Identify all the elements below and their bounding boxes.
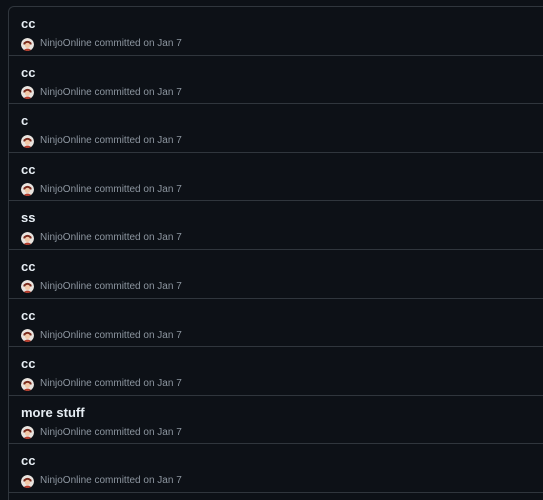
avatar-icon[interactable]	[21, 474, 34, 488]
commit-row[interactable]: more stuff NinjoOnline committed on Jan …	[9, 396, 543, 445]
commit-action: committed	[94, 232, 141, 244]
commit-action: committed	[94, 183, 141, 195]
commit-action: committed	[94, 426, 141, 438]
avatar-icon[interactable]	[21, 231, 34, 245]
commit-title[interactable]: cc	[21, 356, 543, 372]
commit-action: committed	[94, 329, 141, 341]
commit-author-link[interactable]: NinjoOnline	[40, 184, 92, 195]
commit-author-link[interactable]: NinjoOnline	[40, 330, 92, 341]
commit-row[interactable]: cc NinjoOnline committed on Jan 7	[9, 299, 543, 348]
commit-meta: NinjoOnline committed on Jan 7	[21, 133, 543, 149]
avatar-icon[interactable]	[21, 280, 34, 294]
commit-date: on Jan 7	[143, 280, 182, 292]
avatar-icon[interactable]	[21, 426, 34, 440]
commit-meta: NinjoOnline committed on Jan 7	[21, 425, 543, 441]
commit-meta: NinjoOnline committed on Jan 7	[21, 279, 543, 295]
commit-title[interactable]: cc	[21, 453, 543, 469]
commit-meta: NinjoOnline committed on Jan 7	[21, 376, 543, 392]
commit-meta: NinjoOnline committed on Jan 7	[21, 328, 543, 344]
commit-title[interactable]: more stuff	[21, 405, 543, 421]
avatar-icon[interactable]	[21, 37, 34, 51]
commit-author-link[interactable]: NinjoOnline	[40, 378, 92, 389]
commit-title[interactable]: cc	[21, 162, 543, 178]
avatar-icon[interactable]	[21, 329, 34, 343]
commit-author-link[interactable]: NinjoOnline	[40, 281, 92, 292]
commit-date: on Jan 7	[143, 135, 182, 147]
commit-author-link[interactable]: NinjoOnline	[40, 475, 92, 486]
commit-author-link[interactable]: NinjoOnline	[40, 232, 92, 243]
commit-row[interactable]: cc NinjoOnline committed on Jan 7	[9, 7, 543, 56]
avatar-icon[interactable]	[21, 134, 34, 148]
commit-date: on Jan 7	[143, 378, 182, 390]
avatar-icon[interactable]	[21, 86, 34, 100]
commit-row[interactable]: c NinjoOnline committed on Jan 7	[9, 104, 543, 153]
commit-date: on Jan 7	[143, 426, 182, 438]
avatar-icon[interactable]	[21, 183, 34, 197]
commit-action: committed	[94, 38, 141, 49]
commit-meta: NinjoOnline committed on Jan 7	[21, 36, 543, 52]
commit-row[interactable]: cc NinjoOnline committed on Jan 7	[9, 250, 543, 299]
commit-date: on Jan 7	[143, 38, 182, 49]
commit-row[interactable]: ss NinjoOnline committed on Jan 7	[9, 201, 543, 250]
commit-action: committed	[94, 475, 141, 487]
commit-author-link[interactable]: NinjoOnline	[40, 38, 92, 49]
commit-author-link[interactable]: NinjoOnline	[40, 135, 92, 146]
commit-title[interactable]: ss	[21, 210, 543, 226]
commit-meta: NinjoOnline committed on Jan 7	[21, 182, 543, 198]
commit-action: committed	[94, 378, 141, 390]
commit-date: on Jan 7	[143, 183, 182, 195]
commit-date: on Jan 7	[143, 86, 182, 98]
commit-list: cc NinjoOnline committed on Jan 7 cc Nin…	[8, 6, 543, 500]
commit-action: committed	[94, 135, 141, 147]
commit-action: committed	[94, 86, 141, 98]
commit-row[interactable]: cc NinjoOnline committed on Jan 7	[9, 153, 543, 202]
commit-row[interactable]: cc NinjoOnline committed on Jan 7	[9, 347, 543, 396]
commit-meta: NinjoOnline committed on Jan 7	[21, 85, 543, 101]
commit-title[interactable]: cc	[21, 308, 543, 324]
commit-date: on Jan 7	[143, 475, 182, 487]
commit-history-page: cc NinjoOnline committed on Jan 7 cc Nin…	[0, 0, 543, 500]
commit-title[interactable]: c	[21, 113, 543, 129]
commit-date: on Jan 7	[143, 329, 182, 341]
commit-row[interactable]: cc NinjoOnline committed on Jan 7	[9, 56, 543, 105]
avatar-icon[interactable]	[21, 377, 34, 391]
commit-title[interactable]: cc	[21, 259, 543, 275]
commit-title[interactable]: cc	[21, 16, 543, 32]
commit-author-link[interactable]: NinjoOnline	[40, 427, 92, 438]
commit-row[interactable]: cc NinjoOnline committed on Jan 7	[9, 444, 543, 493]
commit-date: on Jan 7	[143, 232, 182, 244]
commit-action: committed	[94, 280, 141, 292]
commit-meta: NinjoOnline committed on Jan 7	[21, 230, 543, 246]
commit-title[interactable]: cc	[21, 65, 543, 81]
commit-author-link[interactable]: NinjoOnline	[40, 87, 92, 98]
commit-meta: NinjoOnline committed on Jan 7	[21, 473, 543, 489]
